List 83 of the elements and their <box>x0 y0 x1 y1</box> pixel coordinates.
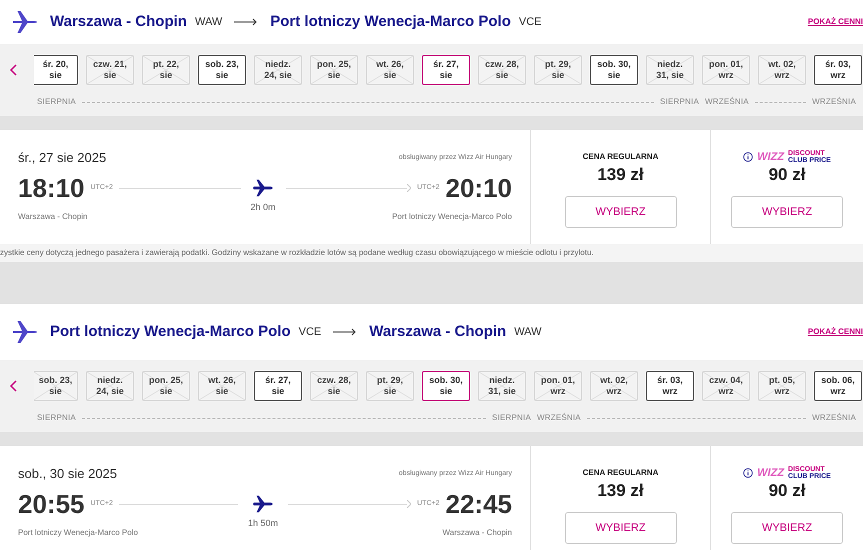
fare-label: CENA REGULARNA <box>582 467 658 479</box>
price-note: zystkie ceny dotyczą jednego pasażera i zawierają podatki. Godziny wskazane w rozkładzie lotów są podane według czasu obowiązującego w mieście odlotu i przylotu. <box>0 247 594 259</box>
date-chip[interactable]: pt. 05, wrz <box>758 371 806 401</box>
flight-date: sob., 30 sie 2025 <box>18 465 118 483</box>
origin-name: Port lotniczy Wenecja-Marco Polo <box>50 322 291 342</box>
date-chip[interactable]: sob. 06, wrz <box>814 371 862 401</box>
date-chip[interactable]: wt. 02, wrz <box>758 55 806 85</box>
date-chip[interactable]: śr. 03, wrz <box>646 371 694 401</box>
date-chip[interactable]: śr. 27, sie <box>422 55 470 85</box>
chevron-left-icon[interactable] <box>9 63 19 77</box>
date-chip[interactable]: niedz. 24, sie <box>254 55 302 85</box>
arrival-time: 20:10 <box>446 172 512 204</box>
date-chip[interactable]: pt. 29, sie <box>366 371 414 401</box>
date-chip[interactable]: śr. 20, sie <box>34 55 78 85</box>
month-label: WRZEŚNIA <box>537 412 581 424</box>
airplane-icon <box>10 8 38 36</box>
departure-airport: Warszawa - Chopin <box>18 211 88 223</box>
month-label: SIERPNIA <box>37 96 76 108</box>
date-chip[interactable]: niedz. 31, sie <box>646 55 694 85</box>
date-chip[interactable]: wt. 26, sie <box>198 371 246 401</box>
flight-duration: 1h 50m <box>248 516 278 530</box>
date-chip[interactable]: śr. 03, wrz <box>814 55 862 85</box>
destination-name: Port lotniczy Wenecja-Marco Polo <box>270 12 511 32</box>
date-chip[interactable]: czw. 04, wrz <box>702 371 750 401</box>
date-chip[interactable]: sob. 30, sie <box>590 55 638 85</box>
price-list-link[interactable]: POKAŻ CENNI <box>808 16 863 28</box>
fare-price: 139 zł <box>597 480 644 502</box>
arrival-airport: Port lotniczy Wenecja-Marco Polo <box>392 211 512 223</box>
airport-code: WAW <box>514 324 542 340</box>
fare-label: CENA REGULARNA <box>582 151 658 163</box>
select-button[interactable]: WYBIERZ <box>564 196 676 228</box>
month-label: SIERPNIA <box>37 412 76 424</box>
date-chip[interactable]: pon. 25, sie <box>310 55 358 85</box>
info-icon[interactable] <box>743 152 754 162</box>
date-chip[interactable]: niedz. 31, sie <box>478 371 526 401</box>
month-label: WRZEŚNIA <box>812 96 856 108</box>
arrow-icon <box>234 18 258 26</box>
departure-time: 18:10 <box>18 172 84 204</box>
date-chip[interactable]: czw. 21, sie <box>86 55 134 85</box>
date-chip[interactable]: sob. 30, sie <box>422 371 470 401</box>
date-chip[interactable]: sob. 23, sie <box>198 55 246 85</box>
select-button[interactable]: WYBIERZ <box>564 512 676 544</box>
arrow-head-icon <box>407 184 412 192</box>
date-chip[interactable]: pon. 01, wrz <box>534 371 582 401</box>
date-chip[interactable]: wt. 26, sie <box>366 55 414 85</box>
fare-price: 90 zł <box>768 164 806 186</box>
price-list-link[interactable]: POKAŻ CENNI <box>808 326 863 338</box>
date-chip[interactable]: pt. 29, sie <box>534 55 582 85</box>
airport-code: VCE <box>518 14 542 30</box>
arrow-icon <box>333 328 358 336</box>
fare-price: 90 zł <box>768 480 806 502</box>
date-chip[interactable]: wt. 02, wrz <box>590 371 638 401</box>
airport-code: VCE <box>298 324 322 340</box>
date-chip[interactable]: pt. 22, sie <box>142 55 190 85</box>
select-button[interactable]: WYBIERZ <box>731 196 843 228</box>
select-button[interactable]: WYBIERZ <box>731 512 843 544</box>
origin-name: Warszawa - Chopin <box>50 12 187 32</box>
date-chip[interactable]: czw. 28, sie <box>310 371 358 401</box>
departure-airport: Port lotniczy Wenecja-Marco Polo <box>18 527 138 539</box>
arrow-head-icon <box>407 500 412 508</box>
date-chip[interactable]: śr. 27, sie <box>254 371 302 401</box>
wizz-logo: WIZZ <box>757 468 784 478</box>
arrival-airport: Warszawa - Chopin <box>442 527 512 539</box>
arrival-time: 22:45 <box>446 488 512 520</box>
chevron-left-icon[interactable] <box>9 379 19 393</box>
month-label: SIERPNIA <box>660 96 699 108</box>
month-label: SIERPNIA <box>492 412 531 424</box>
date-chip[interactable]: pon. 01, wrz <box>702 55 750 85</box>
airplane-icon <box>10 318 38 346</box>
departure-time: 20:55 <box>18 488 84 520</box>
wizz-logo: WIZZ <box>757 152 784 162</box>
date-chip[interactable]: pon. 25, sie <box>142 371 190 401</box>
fare-price: 139 zł <box>597 164 644 186</box>
flight-duration: 2h 0m <box>250 200 276 214</box>
date-chip[interactable]: niedz. 24, sie <box>86 371 134 401</box>
date-chip[interactable]: sob. 23, sie <box>34 371 78 401</box>
airport-code: WAW <box>194 14 222 30</box>
destination-name: Warszawa - Chopin <box>369 322 506 342</box>
month-label: WRZEŚNIA <box>812 412 856 424</box>
month-label: WRZEŚNIA <box>705 96 749 108</box>
flight-date: śr., 27 sie 2025 <box>18 149 106 167</box>
info-icon[interactable] <box>743 468 754 478</box>
date-chip[interactable]: czw. 28, sie <box>478 55 526 85</box>
